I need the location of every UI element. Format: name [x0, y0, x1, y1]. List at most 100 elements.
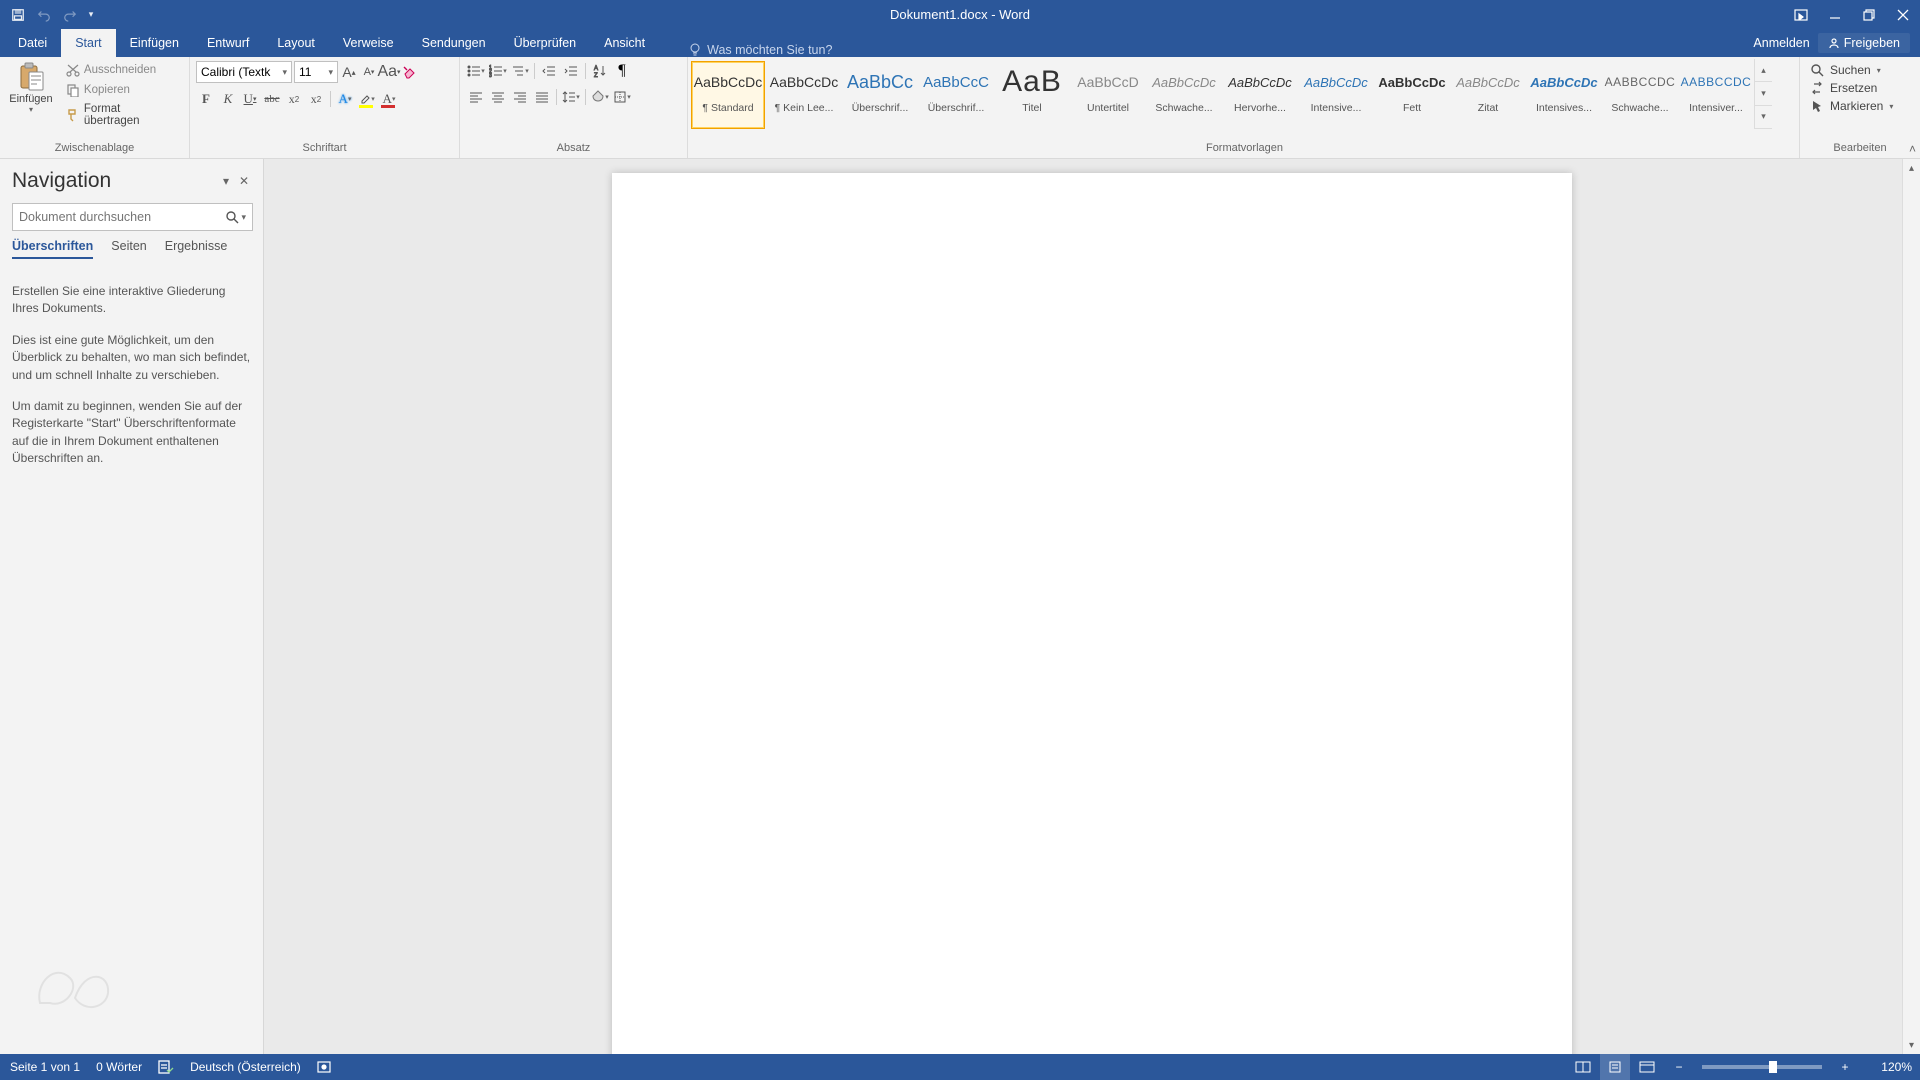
- nav-tab-results[interactable]: Ergebnisse: [165, 239, 228, 259]
- select-button[interactable]: Markieren ▾: [1806, 97, 1914, 115]
- change-case-button[interactable]: Aa▾: [380, 63, 398, 81]
- navigation-options-icon[interactable]: ▾: [217, 172, 235, 190]
- numbering-button[interactable]: 123▾: [488, 61, 508, 81]
- tab-entwurf[interactable]: Entwurf: [193, 29, 263, 57]
- style-item[interactable]: AaBbCcDcZitat: [1451, 61, 1525, 129]
- style-item[interactable]: AaBbCcDUntertitel: [1071, 61, 1145, 129]
- show-marks-button[interactable]: ¶: [612, 61, 632, 81]
- increase-indent-button[interactable]: [561, 61, 581, 81]
- style-item[interactable]: AABBCCDCSchwache...: [1603, 61, 1677, 129]
- tab-start[interactable]: Start: [61, 29, 115, 57]
- bullets-button[interactable]: ▾: [466, 61, 486, 81]
- save-icon[interactable]: [6, 3, 30, 27]
- close-icon[interactable]: [1886, 0, 1920, 29]
- maximize-icon[interactable]: [1852, 0, 1886, 29]
- customize-qat-icon[interactable]: ▾: [84, 3, 98, 27]
- style-item[interactable]: AaBbCcDcIntensive...: [1299, 61, 1373, 129]
- style-item[interactable]: AaBbCcDc¶ Standard: [691, 61, 765, 129]
- text-effects-button[interactable]: A▾: [335, 89, 355, 109]
- undo-icon[interactable]: [32, 3, 56, 27]
- strikethrough-button[interactable]: abc: [262, 89, 282, 109]
- scroll-track[interactable]: [1903, 177, 1920, 1036]
- style-item[interactable]: AaBbCcDcHervorhe...: [1223, 61, 1297, 129]
- navigation-close-icon[interactable]: ✕: [235, 172, 253, 190]
- status-page[interactable]: Seite 1 von 1: [10, 1060, 80, 1074]
- minimize-icon[interactable]: [1818, 0, 1852, 29]
- replace-button[interactable]: Ersetzen: [1806, 79, 1914, 97]
- style-item[interactable]: AABBCCDCIntensiver...: [1679, 61, 1753, 129]
- decrease-indent-button[interactable]: [539, 61, 559, 81]
- shading-button[interactable]: ▾: [590, 87, 610, 107]
- redo-icon[interactable]: [58, 3, 82, 27]
- style-item[interactable]: AaBbCcDcIntensives...: [1527, 61, 1601, 129]
- shrink-font-button[interactable]: A▾: [360, 63, 378, 81]
- view-print-layout-icon[interactable]: [1600, 1054, 1630, 1080]
- vertical-scrollbar[interactable]: ▴ ▾: [1902, 159, 1920, 1054]
- sort-button[interactable]: AZ: [590, 61, 610, 81]
- tab-ueberpruefen[interactable]: Überprüfen: [500, 29, 591, 57]
- tell-me-search[interactable]: Was möchten Sie tun?: [689, 43, 832, 57]
- scroll-up-icon[interactable]: ▴: [1903, 159, 1920, 177]
- style-item[interactable]: AaBbCcDc¶ Kein Lee...: [767, 61, 841, 129]
- align-left-button[interactable]: [466, 87, 486, 107]
- status-macro-icon[interactable]: [317, 1060, 331, 1074]
- clear-formatting-button[interactable]: [400, 63, 418, 81]
- navigation-search-input[interactable]: [19, 210, 225, 224]
- search-icon[interactable]: [225, 210, 239, 224]
- view-read-mode-icon[interactable]: [1568, 1054, 1598, 1080]
- tab-ansicht[interactable]: Ansicht: [590, 29, 659, 57]
- bold-button[interactable]: F: [196, 89, 216, 109]
- font-size-combo[interactable]: 11▾: [294, 61, 338, 83]
- tab-verweise[interactable]: Verweise: [329, 29, 408, 57]
- scroll-down-icon[interactable]: ▾: [1903, 1036, 1920, 1054]
- underline-button[interactable]: U▾: [240, 89, 260, 109]
- document-page[interactable]: [612, 173, 1572, 1054]
- search-options-icon[interactable]: ▾: [241, 212, 246, 223]
- style-item[interactable]: AaBbCcCÜberschrif...: [919, 61, 993, 129]
- multilevel-list-button[interactable]: ▾: [510, 61, 530, 81]
- highlight-color-button[interactable]: ▾: [357, 89, 377, 109]
- nav-tab-headings[interactable]: Überschriften: [12, 239, 93, 259]
- align-right-button[interactable]: [510, 87, 530, 107]
- zoom-slider[interactable]: [1702, 1065, 1822, 1069]
- tab-layout[interactable]: Layout: [263, 29, 329, 57]
- signin-link[interactable]: Anmelden: [1753, 36, 1809, 50]
- font-name-combo[interactable]: Calibri (Textk▾: [196, 61, 292, 83]
- style-item[interactable]: AaBTitel: [995, 61, 1069, 129]
- share-button[interactable]: Freigeben: [1818, 33, 1910, 53]
- paste-button[interactable]: Einfügen ▾: [6, 61, 56, 114]
- style-item[interactable]: AaBbCcDcFett: [1375, 61, 1449, 129]
- select-label: Markieren: [1830, 99, 1883, 113]
- navigation-search[interactable]: ▾: [12, 203, 253, 231]
- view-web-layout-icon[interactable]: [1632, 1054, 1662, 1080]
- tab-einfuegen[interactable]: Einfügen: [116, 29, 193, 57]
- font-color-button[interactable]: A▾: [379, 89, 399, 109]
- align-center-button[interactable]: [488, 87, 508, 107]
- status-word-count[interactable]: 0 Wörter: [96, 1060, 142, 1074]
- zoom-out-button[interactable]: −: [1664, 1054, 1694, 1080]
- status-language[interactable]: Deutsch (Österreich): [190, 1060, 301, 1074]
- copy-button[interactable]: Kopieren: [62, 81, 183, 99]
- grow-font-button[interactable]: A▴: [340, 63, 358, 81]
- zoom-level[interactable]: 120%: [1862, 1060, 1912, 1074]
- tab-sendungen[interactable]: Sendungen: [408, 29, 500, 57]
- line-spacing-button[interactable]: ▾: [561, 87, 581, 107]
- zoom-thumb[interactable]: [1769, 1061, 1777, 1073]
- find-button[interactable]: Suchen ▾: [1806, 61, 1914, 79]
- ribbon-display-options-icon[interactable]: [1784, 0, 1818, 29]
- collapse-ribbon-icon[interactable]: ˄: [1909, 142, 1916, 156]
- subscript-button[interactable]: x2: [284, 89, 304, 109]
- superscript-button[interactable]: x2: [306, 89, 326, 109]
- zoom-in-button[interactable]: +: [1830, 1054, 1860, 1080]
- nav-tab-pages[interactable]: Seiten: [111, 239, 146, 259]
- format-painter-button[interactable]: Format übertragen: [62, 101, 183, 129]
- style-item[interactable]: AaBbCcÜberschrif...: [843, 61, 917, 129]
- borders-button[interactable]: ▾: [612, 87, 632, 107]
- tab-file[interactable]: Datei: [4, 29, 61, 57]
- styles-more-button[interactable]: ▴▾▾: [1754, 59, 1772, 129]
- status-spellcheck-icon[interactable]: [158, 1060, 174, 1074]
- align-justify-button[interactable]: [532, 87, 552, 107]
- cut-button[interactable]: Ausschneiden: [62, 61, 183, 79]
- style-item[interactable]: AaBbCcDcSchwache...: [1147, 61, 1221, 129]
- italic-button[interactable]: K: [218, 89, 238, 109]
